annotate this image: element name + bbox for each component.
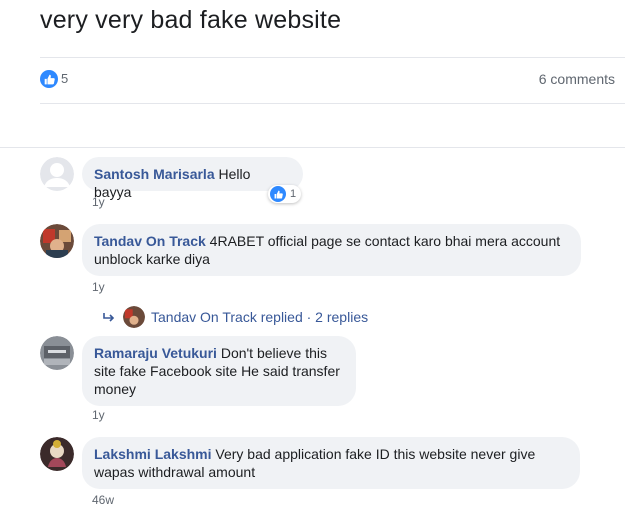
- comment-author[interactable]: Tandav On Track: [94, 233, 206, 249]
- comments-count[interactable]: 6 comments: [539, 71, 615, 87]
- post-text: very very bad fake website: [40, 6, 342, 34]
- like-badge[interactable]: [40, 70, 58, 88]
- comment-author[interactable]: Lakshmi Lakshmi: [94, 446, 212, 462]
- comment-time[interactable]: 46w: [92, 493, 114, 507]
- comment-time[interactable]: 1y: [92, 408, 105, 422]
- comment-bubble: Tandav On Track 4RABET official page se …: [82, 224, 581, 276]
- avatar[interactable]: [40, 157, 74, 191]
- profile-photo-icon: [40, 336, 74, 370]
- replies-text[interactable]: Tandav On Track replied · 2 replies: [151, 309, 368, 325]
- comment-time[interactable]: 1y: [92, 195, 105, 209]
- divider: [0, 147, 625, 148]
- reply-arrow-icon: [103, 313, 115, 322]
- thumbs-up-icon: [44, 74, 55, 84]
- profile-photo-icon: [40, 437, 74, 471]
- comment-bubble: Lakshmi Lakshmi Very bad application fak…: [82, 437, 580, 489]
- comment-author[interactable]: Ramaraju Vetukuri: [94, 345, 217, 361]
- comment-author[interactable]: Santosh Marisarla: [94, 166, 215, 182]
- like-count[interactable]: 5: [61, 71, 68, 86]
- default-avatar-icon: [40, 157, 74, 191]
- profile-photo-icon: [40, 224, 74, 258]
- reaction-count: 1: [290, 188, 297, 200]
- avatar: [123, 306, 145, 328]
- reaction-badge[interactable]: 1: [268, 185, 302, 203]
- post-stats: 5 6 comments: [40, 68, 615, 90]
- thumbs-up-icon: [274, 190, 283, 198]
- avatar[interactable]: [40, 336, 74, 370]
- avatar[interactable]: [40, 224, 74, 258]
- comment-bubble: Ramaraju Vetukuri Don't believe this sit…: [82, 336, 356, 406]
- view-replies-link[interactable]: Tandav On Track replied · 2 replies: [103, 306, 368, 328]
- comment-bubble: Santosh Marisarla Hello bayya: [82, 157, 303, 200]
- avatar[interactable]: [40, 437, 74, 471]
- divider: [40, 103, 625, 104]
- comment-time[interactable]: 1y: [92, 280, 105, 294]
- divider: [40, 57, 625, 58]
